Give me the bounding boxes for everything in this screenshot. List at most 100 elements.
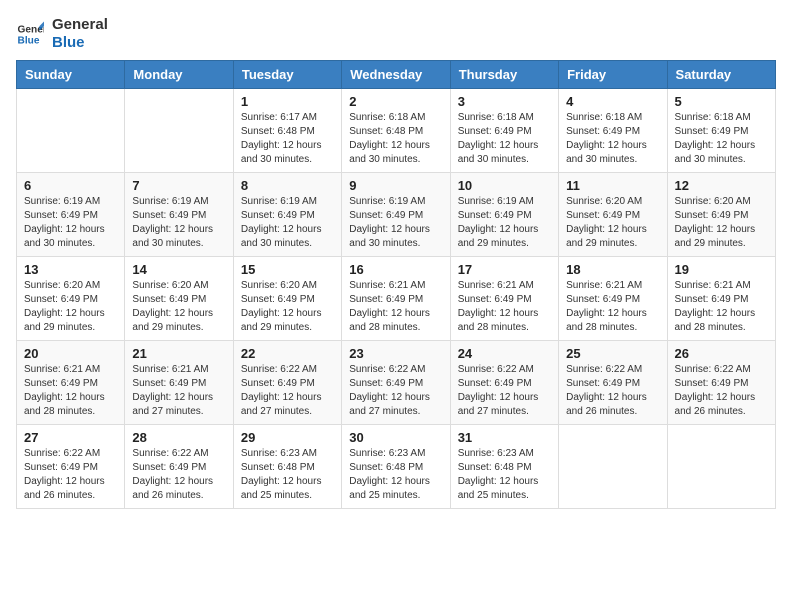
calendar-cell: 15Sunrise: 6:20 AMSunset: 6:49 PMDayligh…	[233, 257, 341, 341]
day-info: Sunrise: 6:21 AMSunset: 6:49 PMDaylight:…	[675, 279, 768, 335]
day-number: 26	[675, 346, 768, 361]
day-number: 21	[132, 346, 225, 361]
calendar-cell: 6 Sunrise: 6:19 AMSunset: 6:49 PMDaylight…	[17, 173, 125, 257]
calendar-cell	[559, 425, 667, 509]
day-number: 30	[349, 430, 442, 445]
calendar-table: SundayMondayTuesdayWednesdayThursdayFrid…	[16, 60, 776, 509]
day-number: 1	[241, 94, 334, 109]
calendar-cell: 12 Sunrise: 6:20 AMSunset: 6:49 PMDayligh…	[667, 173, 775, 257]
calendar-week-3: 13 Sunrise: 6:20 AMSunset: 6:49 PMDayligh…	[17, 257, 776, 341]
day-info: Sunrise: 6:19 AMSunset: 6:49 PMDaylight:…	[24, 195, 117, 251]
day-number: 9	[349, 178, 442, 193]
day-info: Sunrise: 6:18 AMSunset: 6:49 PMDaylight:…	[566, 111, 659, 167]
day-number: 23	[349, 346, 442, 361]
day-info: Sunrise: 6:20 AMSunset: 6:49 PMDaylight:…	[566, 195, 659, 251]
day-number: 16	[349, 262, 442, 277]
day-info: Sunrise: 6:20 AMSunset: 6:49 PMDaylight:…	[675, 195, 768, 251]
day-number: 28	[132, 430, 225, 445]
day-info: Sunrise: 6:23 AMSunset: 6:48 PMDaylight:…	[349, 447, 442, 503]
day-number: 19	[675, 262, 768, 277]
day-info: Sunrise: 6:22 AMSunset: 6:49 PMDaylight:…	[24, 447, 117, 503]
calendar-cell: 5 Sunrise: 6:18 AMSunset: 6:49 PMDaylight…	[667, 89, 775, 173]
day-info: Sunrise: 6:20 AMSunset: 6:49 PMDaylight:…	[24, 279, 117, 335]
page-header: General Blue General Blue	[16, 16, 776, 52]
logo: General Blue General Blue	[16, 16, 108, 52]
calendar-cell: 1 Sunrise: 6:17 AMSunset: 6:48 PMDaylight…	[233, 89, 341, 173]
calendar-cell: 22 Sunrise: 6:22 AMSunset: 6:49 PMDayligh…	[233, 341, 341, 425]
day-info: Sunrise: 6:19 AMSunset: 6:49 PMDaylight:…	[132, 195, 225, 251]
day-number: 6	[24, 178, 117, 193]
day-number: 11	[566, 178, 659, 193]
day-info: Sunrise: 6:17 AMSunset: 6:48 PMDaylight:…	[241, 111, 334, 167]
calendar-cell: 7 Sunrise: 6:19 AMSunset: 6:49 PMDaylight…	[125, 173, 233, 257]
calendar-cell: 3 Sunrise: 6:18 AMSunset: 6:49 PMDaylight…	[450, 89, 558, 173]
calendar-cell: 10 Sunrise: 6:19 AMSunset: 6:49 PMDayligh…	[450, 173, 558, 257]
day-header-saturday: Saturday	[667, 61, 775, 89]
day-header-wednesday: Wednesday	[342, 61, 450, 89]
calendar-cell	[125, 89, 233, 173]
day-info: Sunrise: 6:21 AMSunset: 6:49 PMDaylight:…	[566, 279, 659, 335]
day-number: 18	[566, 262, 659, 277]
day-info: Sunrise: 6:18 AMSunset: 6:49 PMDaylight:…	[675, 111, 768, 167]
day-info: Sunrise: 6:22 AMSunset: 6:49 PMDaylight:…	[349, 363, 442, 419]
calendar-cell: 20Sunrise: 6:21 AMSunset: 6:49 PMDayligh…	[17, 341, 125, 425]
day-header-thursday: Thursday	[450, 61, 558, 89]
calendar-cell: 9 Sunrise: 6:19 AMSunset: 6:49 PMDaylight…	[342, 173, 450, 257]
logo-text-line2: Blue	[52, 34, 108, 52]
calendar-week-1: 1 Sunrise: 6:17 AMSunset: 6:48 PMDaylight…	[17, 89, 776, 173]
day-info: Sunrise: 6:22 AMSunset: 6:49 PMDaylight:…	[566, 363, 659, 419]
day-info: Sunrise: 6:19 AMSunset: 6:49 PMDaylight:…	[458, 195, 551, 251]
calendar-cell: 11 Sunrise: 6:20 AMSunset: 6:49 PMDayligh…	[559, 173, 667, 257]
calendar-cell	[667, 425, 775, 509]
svg-text:Blue: Blue	[18, 35, 40, 46]
calendar-week-4: 20Sunrise: 6:21 AMSunset: 6:49 PMDayligh…	[17, 341, 776, 425]
day-info: Sunrise: 6:23 AMSunset: 6:48 PMDaylight:…	[241, 447, 334, 503]
logo-icon: General Blue	[16, 20, 44, 48]
day-number: 27	[24, 430, 117, 445]
day-number: 14	[132, 262, 225, 277]
calendar-header-row: SundayMondayTuesdayWednesdayThursdayFrid…	[17, 61, 776, 89]
calendar-week-5: 27 Sunrise: 6:22 AMSunset: 6:49 PMDayligh…	[17, 425, 776, 509]
day-number: 25	[566, 346, 659, 361]
day-number: 17	[458, 262, 551, 277]
day-info: Sunrise: 6:18 AMSunset: 6:49 PMDaylight:…	[458, 111, 551, 167]
day-number: 3	[458, 94, 551, 109]
calendar-cell: 8 Sunrise: 6:19 AMSunset: 6:49 PMDaylight…	[233, 173, 341, 257]
day-info: Sunrise: 6:19 AMSunset: 6:49 PMDaylight:…	[241, 195, 334, 251]
calendar-cell: 4 Sunrise: 6:18 AMSunset: 6:49 PMDaylight…	[559, 89, 667, 173]
day-number: 29	[241, 430, 334, 445]
calendar-cell: 16 Sunrise: 6:21 AMSunset: 6:49 PMDayligh…	[342, 257, 450, 341]
day-number: 2	[349, 94, 442, 109]
day-number: 15	[241, 262, 334, 277]
day-info: Sunrise: 6:19 AMSunset: 6:49 PMDaylight:…	[349, 195, 442, 251]
day-number: 10	[458, 178, 551, 193]
calendar-cell: 29 Sunrise: 6:23 AMSunset: 6:48 PMDayligh…	[233, 425, 341, 509]
calendar-cell: 24Sunrise: 6:22 AMSunset: 6:49 PMDayligh…	[450, 341, 558, 425]
day-number: 12	[675, 178, 768, 193]
day-number: 31	[458, 430, 551, 445]
calendar-cell: 13 Sunrise: 6:20 AMSunset: 6:49 PMDayligh…	[17, 257, 125, 341]
day-number: 7	[132, 178, 225, 193]
day-info: Sunrise: 6:18 AMSunset: 6:48 PMDaylight:…	[349, 111, 442, 167]
calendar-cell: 27 Sunrise: 6:22 AMSunset: 6:49 PMDayligh…	[17, 425, 125, 509]
day-info: Sunrise: 6:22 AMSunset: 6:49 PMDaylight:…	[675, 363, 768, 419]
day-number: 5	[675, 94, 768, 109]
day-info: Sunrise: 6:21 AMSunset: 6:49 PMDaylight:…	[132, 363, 225, 419]
logo-text-line1: General	[52, 16, 108, 34]
day-info: Sunrise: 6:22 AMSunset: 6:49 PMDaylight:…	[132, 447, 225, 503]
calendar-cell: 2 Sunrise: 6:18 AMSunset: 6:48 PMDaylight…	[342, 89, 450, 173]
day-info: Sunrise: 6:22 AMSunset: 6:49 PMDaylight:…	[241, 363, 334, 419]
day-info: Sunrise: 6:21 AMSunset: 6:49 PMDaylight:…	[24, 363, 117, 419]
day-header-friday: Friday	[559, 61, 667, 89]
calendar-body: 1 Sunrise: 6:17 AMSunset: 6:48 PMDaylight…	[17, 89, 776, 509]
day-number: 22	[241, 346, 334, 361]
day-number: 8	[241, 178, 334, 193]
calendar-cell: 25 Sunrise: 6:22 AMSunset: 6:49 PMDayligh…	[559, 341, 667, 425]
calendar-cell: 30 Sunrise: 6:23 AMSunset: 6:48 PMDayligh…	[342, 425, 450, 509]
calendar-cell: 18 Sunrise: 6:21 AMSunset: 6:49 PMDayligh…	[559, 257, 667, 341]
calendar-cell: 23 Sunrise: 6:22 AMSunset: 6:49 PMDayligh…	[342, 341, 450, 425]
day-header-sunday: Sunday	[17, 61, 125, 89]
day-number: 4	[566, 94, 659, 109]
day-info: Sunrise: 6:21 AMSunset: 6:49 PMDaylight:…	[349, 279, 442, 335]
day-number: 13	[24, 262, 117, 277]
